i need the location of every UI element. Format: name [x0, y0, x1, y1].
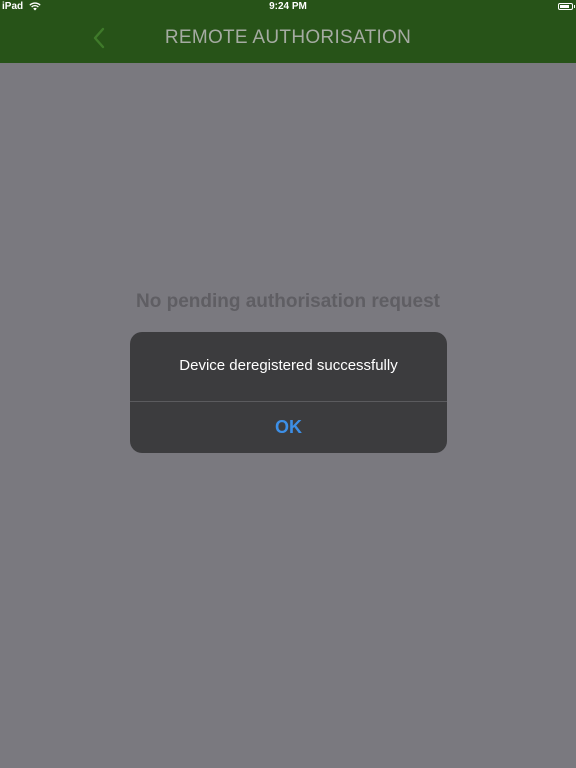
status-time: 9:24 PM	[269, 1, 307, 12]
battery-level	[560, 5, 569, 8]
empty-state-message: No pending authorisation request	[135, 291, 440, 312]
page-title: REMOTE AUTHORISATION	[164, 27, 412, 48]
battery-icon	[558, 3, 575, 10]
ok-button[interactable]: OK	[130, 402, 447, 453]
alert-dialog: Device deregistered successfully OK	[130, 332, 447, 453]
navigation-bar: REMOTE AUTHORISATION	[0, 14, 576, 63]
alert-message: Device deregistered successfully	[179, 357, 398, 374]
status-bar: iPad 9:24 PM	[0, 0, 576, 14]
